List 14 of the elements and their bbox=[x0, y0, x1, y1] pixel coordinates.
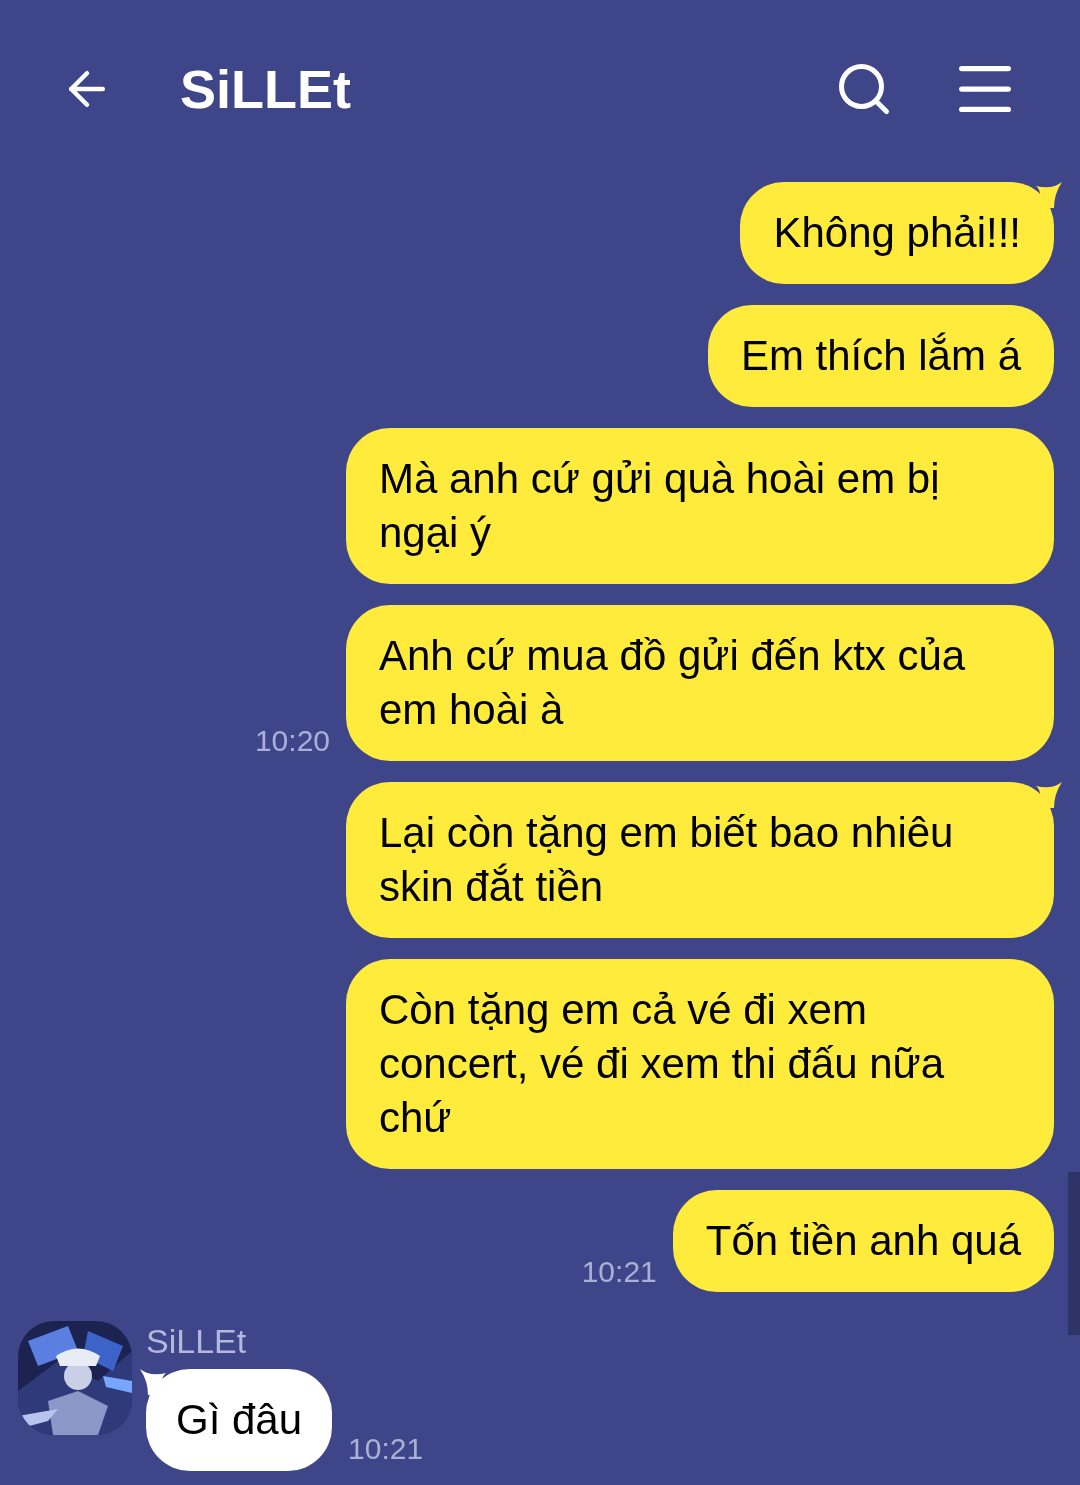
message-bubble: Em thích lắm á bbox=[707, 305, 1054, 407]
message-time: 10:21 bbox=[348, 1432, 424, 1465]
message-bubble: Tốn tiền anh quá bbox=[672, 1190, 1054, 1292]
message-time: 10:21 bbox=[581, 1254, 657, 1290]
message-bubble: Gì đâu bbox=[146, 1369, 333, 1471]
message-bubble: Mà anh cứ gửi quà hoài em bị ngại ý bbox=[346, 428, 1054, 584]
message-time: 10:20 bbox=[254, 723, 330, 759]
message-bubble: Còn tặng em cả vé đi xem concert, vé đi xem thi đấu nữa chứ bbox=[346, 959, 1054, 1169]
chat-title: SiLLEt bbox=[180, 57, 351, 121]
message-bubble: Không phải!!! bbox=[740, 182, 1054, 284]
message-bubble: Anh cứ mua đồ gửi đến ktx của em hoài à bbox=[346, 605, 1054, 761]
message-bubble: Lại còn tặng em biết bao nhiêu skin đắt tiền bbox=[346, 782, 1054, 938]
scrollbar[interactable] bbox=[1068, 1172, 1080, 1335]
sender-name: SiLLEt bbox=[146, 1321, 248, 1361]
